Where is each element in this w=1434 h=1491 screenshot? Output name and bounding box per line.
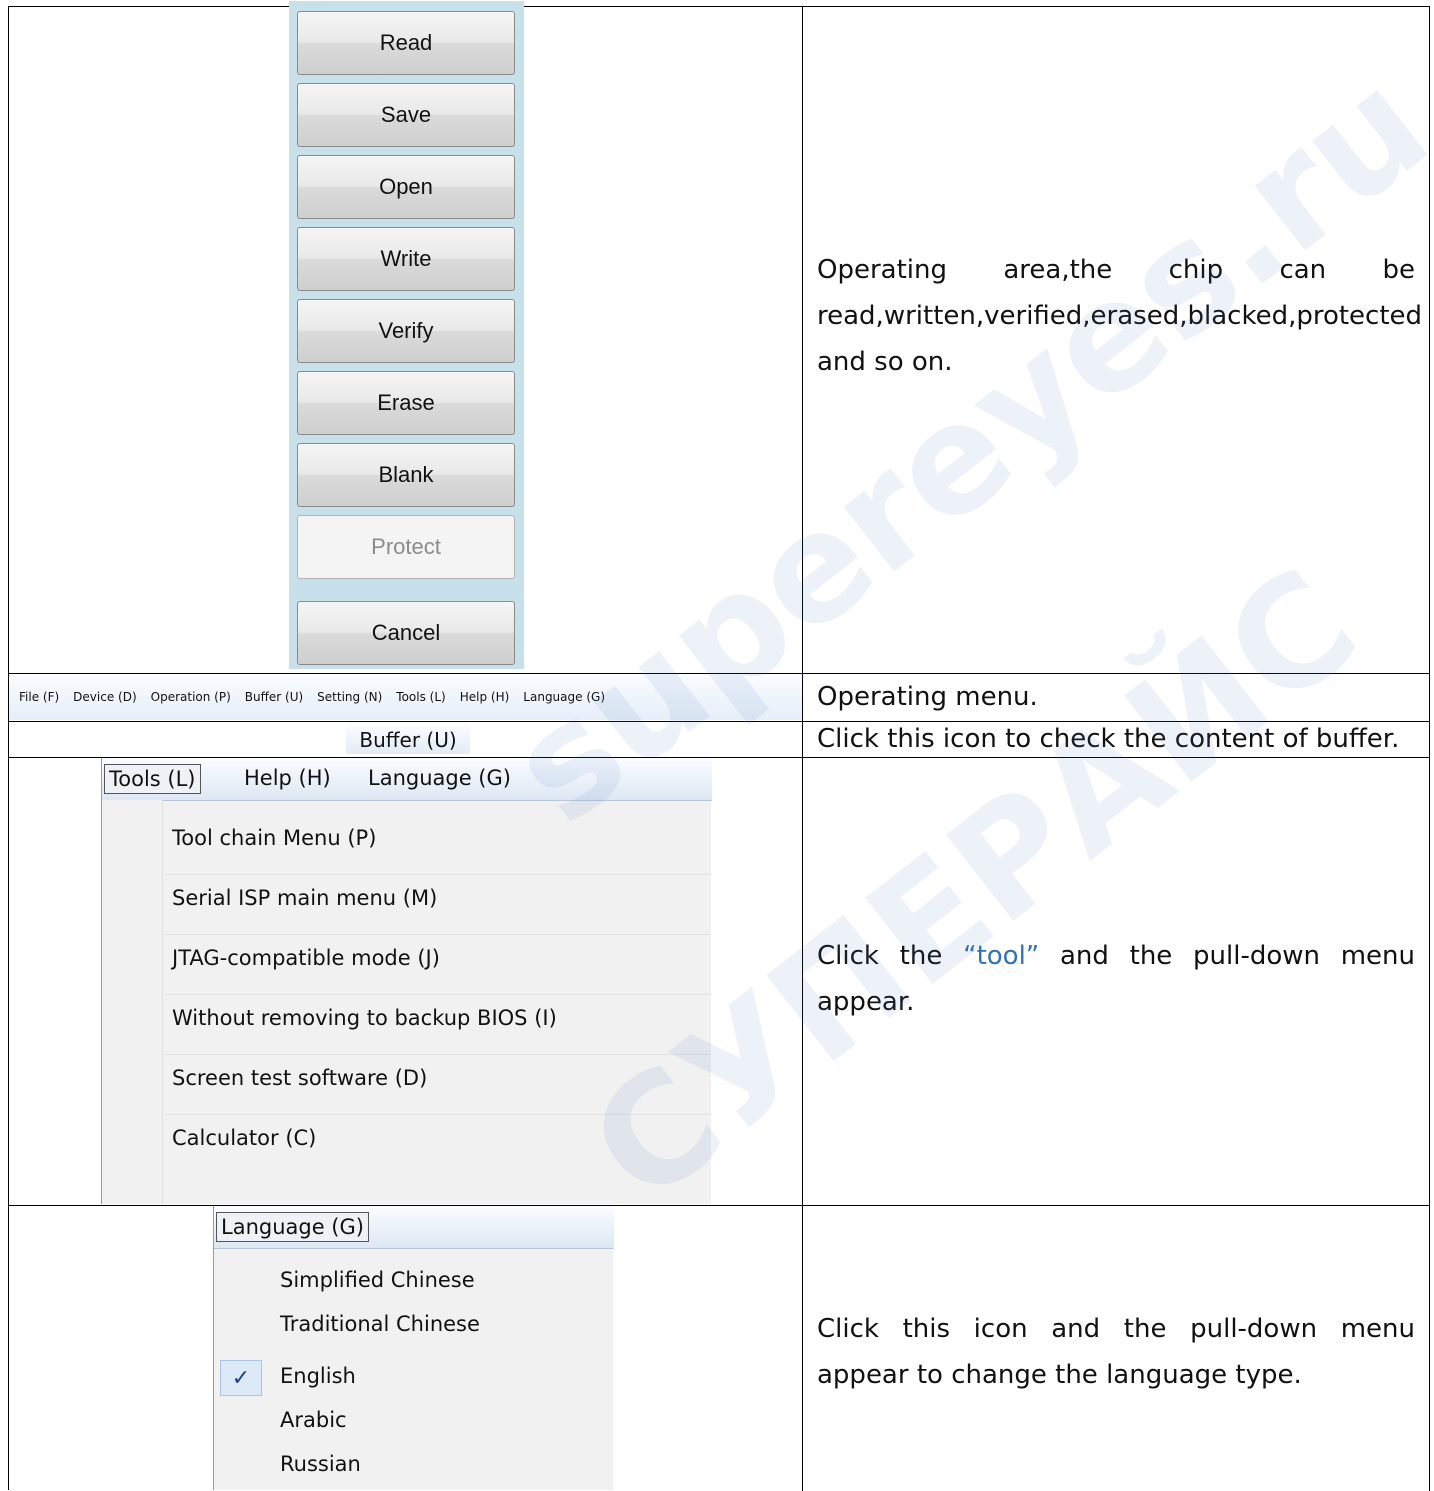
protect-button: Protect — [297, 515, 515, 579]
menu-gutter — [102, 800, 163, 1204]
language-dropdown-screenshot: Language (G) Simplified Chinese Traditio… — [213, 1206, 614, 1490]
language-description: Click this icon and the pull-down menu a… — [817, 1314, 1415, 1390]
divider — [289, 587, 524, 593]
menu-file[interactable]: File (F) — [19, 690, 59, 704]
checkmark-icon: ✓ — [220, 1360, 262, 1396]
divider — [164, 994, 711, 995]
open-button[interactable]: Open — [297, 155, 515, 219]
save-button[interactable]: Save — [297, 83, 515, 147]
menu-language[interactable]: Language (G) — [523, 690, 605, 704]
menu-buffer[interactable]: Buffer (U) — [245, 690, 303, 704]
menu-item-russian[interactable]: Russian — [280, 1452, 361, 1476]
table-cell-description: Click this icon and the pull-down menu a… — [803, 1206, 1430, 1491]
operating-area-description: Operating area,the chip can be read,writ… — [817, 255, 1423, 377]
verify-button[interactable]: Verify — [297, 299, 515, 363]
table-row: Read Save Open Write Verify Erase Blank … — [9, 1, 1430, 674]
table-row: Tools (L) Help (H) Language (G) Tool cha… — [9, 758, 1430, 1206]
write-button[interactable]: Write — [297, 227, 515, 291]
table-row: Buffer (U) Click this icon to check the … — [9, 722, 1430, 758]
table-row: File (F) Device (D) Operation (P) Buffer… — [9, 674, 1430, 722]
menu-bar: Language (G) — [214, 1206, 614, 1249]
tool-quote: “tool” — [963, 941, 1040, 971]
table-cell-description: Operating menu. — [803, 674, 1430, 721]
menu-tools[interactable]: Tools (L) — [396, 690, 445, 704]
menu-device[interactable]: Device (D) — [73, 690, 136, 704]
tool-description: Click the “tool” and the pull-down menu … — [817, 933, 1415, 1025]
tools-dropdown-screenshot: Tools (L) Help (H) Language (G) Tool cha… — [101, 758, 712, 1204]
buffer-description: Click this icon to check the content of … — [817, 724, 1400, 754]
read-button[interactable]: Read — [297, 11, 515, 75]
menu-item-jtag[interactable]: JTAG-compatible mode (J) — [172, 946, 440, 970]
menu-setting[interactable]: Setting (N) — [317, 690, 382, 704]
menu-tools[interactable]: Tools (L) — [104, 764, 201, 794]
divider — [164, 874, 711, 875]
menu-language[interactable]: Language (G) — [216, 1212, 369, 1242]
erase-button[interactable]: Erase — [297, 371, 515, 435]
divider — [164, 1054, 711, 1055]
operating-menu-description: Operating menu. — [817, 682, 1038, 712]
menu-operation[interactable]: Operation (P) — [151, 690, 231, 704]
table-cell-description: Click this icon to check the content of … — [803, 722, 1430, 757]
table-cell-description: Operating area,the chip can be read,writ… — [803, 7, 1430, 673]
menu-help[interactable]: Help (H) — [460, 690, 510, 704]
menu-item-simplified-chinese[interactable]: Simplified Chinese — [280, 1268, 475, 1292]
divider — [164, 1114, 711, 1115]
table-row: Language (G) Simplified Chinese Traditio… — [9, 1206, 1430, 1491]
menu-bar: File (F) Device (D) Operation (P) Buffer… — [9, 674, 802, 720]
menu-item-screen-test[interactable]: Screen test software (D) — [172, 1066, 427, 1090]
table-cell-description: Click the “tool” and the pull-down menu … — [803, 758, 1430, 1205]
menu-item-english[interactable]: English — [280, 1364, 356, 1388]
menu-item-arabic[interactable]: Arabic — [280, 1408, 347, 1432]
menu-item-calculator[interactable]: Calculator (C) — [172, 1126, 316, 1150]
menu-item-backup-bios[interactable]: Without removing to backup BIOS (I) — [172, 1006, 557, 1030]
blank-button[interactable]: Blank — [297, 443, 515, 507]
divider — [164, 934, 711, 935]
cancel-button[interactable]: Cancel — [297, 601, 515, 665]
buffer-button[interactable]: Buffer (U) — [346, 726, 470, 754]
instruction-table: Read Save Open Write Verify Erase Blank … — [8, 1, 1430, 1491]
operation-button-panel: Read Save Open Write Verify Erase Blank … — [289, 1, 524, 669]
table-cell-image: Language (G) Simplified Chinese Traditio… — [9, 1206, 803, 1491]
table-cell-image: File (F) Device (D) Operation (P) Buffer… — [9, 674, 803, 721]
menu-language[interactable]: Language (G) — [368, 764, 511, 792]
menu-item-serial-isp[interactable]: Serial ISP main menu (M) — [172, 886, 437, 910]
tool-description-prefix: Click the — [817, 941, 964, 971]
menu-bar: Tools (L) Help (H) Language (G) — [102, 758, 712, 801]
table-cell-image: Tools (L) Help (H) Language (G) Tool cha… — [9, 758, 803, 1205]
menu-item-tool-chain[interactable]: Tool chain Menu (P) — [172, 826, 376, 850]
menu-help[interactable]: Help (H) — [244, 764, 331, 792]
menu-item-traditional-chinese[interactable]: Traditional Chinese — [280, 1312, 480, 1336]
table-cell-image: Read Save Open Write Verify Erase Blank … — [9, 1, 803, 673]
table-cell-image: Buffer (U) — [9, 722, 803, 757]
